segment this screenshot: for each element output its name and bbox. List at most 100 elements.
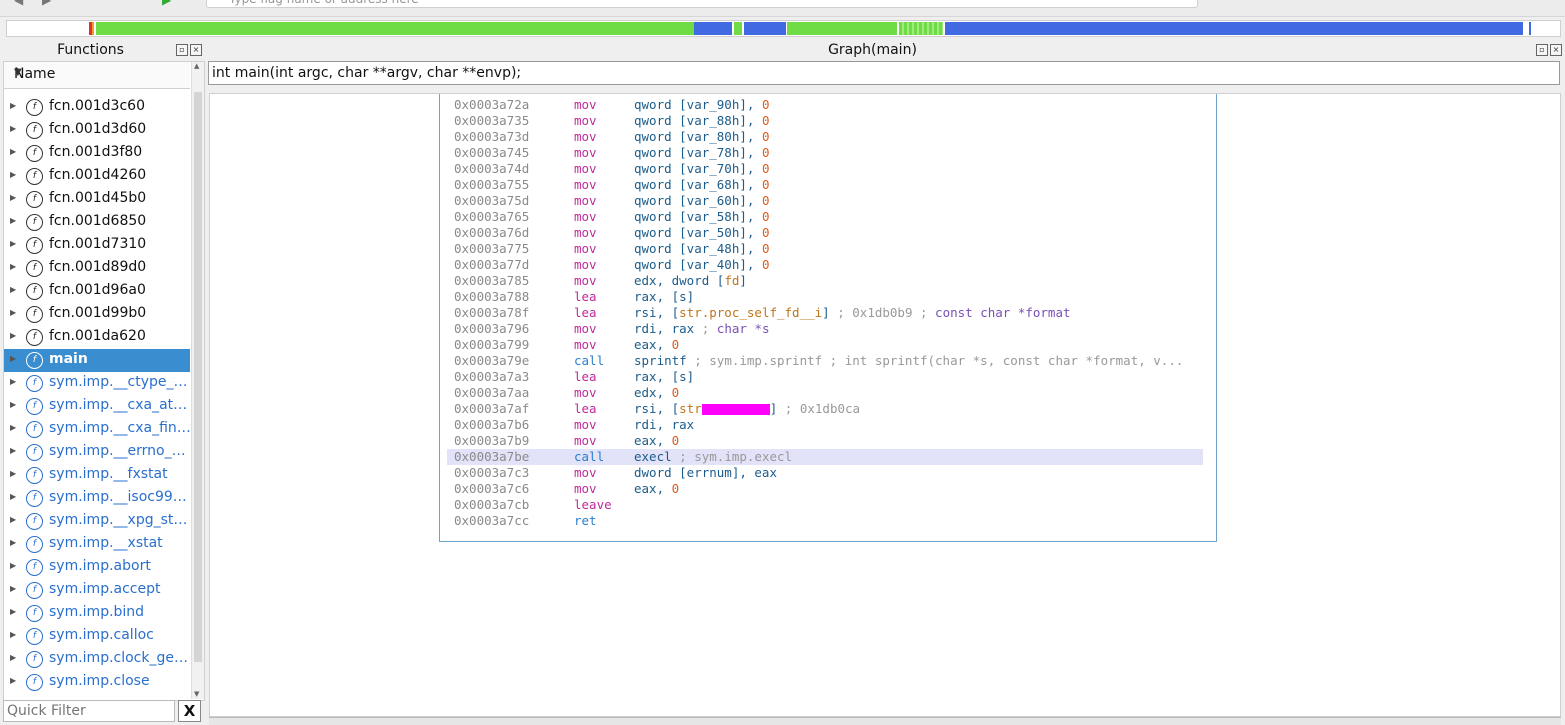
instruction-row[interactable]: 0x0003a7c6 mov eax, 0 [447,481,1203,497]
expand-arrow-icon[interactable]: ▶ [10,653,16,662]
instruction-row[interactable]: 0x0003a73d mov qword [var_80h], 0 [447,129,1203,145]
expand-arrow-icon[interactable]: ▶ [10,561,16,570]
expand-arrow-icon[interactable]: ▶ [10,538,16,547]
graph-scrollbar[interactable] [1561,93,1565,717]
expand-arrow-icon[interactable]: ▶ [10,308,16,317]
function-list-item[interactable]: ▶ f fcn.001d3f80 [4,142,190,165]
instruction-row[interactable]: 0x0003a7cc ret [447,513,1203,529]
string-reference[interactable]: str.proc_self_fd__i [679,305,822,320]
function-list-item[interactable]: ▶ f sym.imp.__xstat [4,533,190,556]
scroll-up-icon[interactable]: ▲ [194,62,199,70]
function-list-item[interactable]: ▶ f sym.imp.__isoc99… [4,487,190,510]
function-list-item[interactable]: ▶ f fcn.001d89d0 [4,257,190,280]
expand-arrow-icon[interactable]: ▶ [10,216,16,225]
expand-arrow-icon[interactable]: ▶ [10,630,16,639]
expand-arrow-icon[interactable]: ▶ [10,607,16,616]
instruction-row[interactable]: 0x0003a7a3 lea rax, [s] [447,369,1203,385]
instruction-row[interactable]: 0x0003a765 mov qword [var_58h], 0 [447,209,1203,225]
expand-arrow-icon[interactable]: ▶ [10,239,16,248]
expand-arrow-icon[interactable]: ▶ [10,377,16,386]
instruction-row[interactable]: 0x0003a78f lea rsi, [str.proc_self_fd__i] … [447,305,1203,321]
expand-arrow-icon[interactable]: ▶ [10,584,16,593]
function-list-item[interactable]: ▶ f sym.imp.clock_ge… [4,648,190,671]
scrollbar-thumb[interactable] [194,92,202,662]
binary-overview-bar[interactable] [6,20,1561,37]
function-list-item[interactable]: ▶ f sym.imp.calloc [4,625,190,648]
close-panel-icon[interactable]: × [190,44,202,56]
clear-filter-button[interactable]: X [178,700,201,722]
instruction-row[interactable]: 0x0003a755 mov qword [var_68h], 0 [447,177,1203,193]
function-list-item[interactable]: ▶ f sym.imp.__fxstat [4,464,190,487]
function-list-item[interactable]: ▶ f sym.imp.accept [4,579,190,602]
close-panel-icon[interactable]: × [1550,44,1562,56]
expand-arrow-icon[interactable]: ▶ [10,124,16,133]
float-panel-icon[interactable]: ▫ [1536,44,1548,56]
function-list-item[interactable]: ▶ f sym.imp.close [4,671,190,694]
graph-view[interactable]: 0x0003a72a mov qword [var_90h], 0 0x0003a73… [209,93,1561,717]
function-list-item[interactable]: ▶ f fcn.001d99b0 [4,303,190,326]
instruction-row[interactable]: 0x0003a7be call execl ; sym.imp.execl [447,449,1203,465]
quick-filter-field[interactable] [3,700,175,722]
expand-arrow-icon[interactable]: ▶ [10,492,16,501]
expand-arrow-icon[interactable]: ▶ [10,193,16,202]
instruction-row[interactable]: 0x0003a79e call sprintf ; sym.imp.sprintf … [447,353,1203,369]
float-panel-icon[interactable]: ▫ [176,44,188,56]
instruction-row[interactable]: 0x0003a7cb leave [447,497,1203,513]
instruction-row[interactable]: 0x0003a799 mov eax, 0 [447,337,1203,353]
expand-arrow-icon[interactable]: ▶ [10,331,16,340]
expand-arrow-icon[interactable]: ▶ [10,147,16,156]
instruction-row[interactable]: 0x0003a7b6 mov rdi, rax [447,417,1203,433]
basic-block[interactable]: 0x0003a72a mov qword [var_90h], 0 0x0003a73… [439,94,1217,542]
function-list-item[interactable]: ▶ f main [4,349,190,372]
string-reference[interactable]: str [679,401,702,416]
expand-arrow-icon[interactable]: ▶ [10,170,16,179]
function-list-item[interactable]: ▶ f sym.imp.__ctype_… [4,372,190,395]
address-search-input[interactable]: Type flag name or address here [206,0,1198,8]
expand-arrow-icon[interactable]: ▶ [10,400,16,409]
instruction-row[interactable]: 0x0003a74d mov qword [var_70h], 0 [447,161,1203,177]
function-list-item[interactable]: ▶ f sym.imp.abort [4,556,190,579]
function-list-item[interactable]: ▶ f sym.imp.__cxa_at… [4,395,190,418]
function-signature-bar[interactable]: int main(int argc, char **argv, char **e… [208,61,1560,85]
forward-icon[interactable]: ▶ [42,0,56,7]
expand-arrow-icon[interactable]: ▶ [10,515,16,524]
function-list-item[interactable]: ▶ f sym.imp.__xpg_st… [4,510,190,533]
instruction-row[interactable]: 0x0003a796 mov rdi, rax ; char *s [447,321,1203,337]
instruction-row[interactable]: 0x0003a775 mov qword [var_48h], 0 [447,241,1203,257]
instruction-row[interactable]: 0x0003a735 mov qword [var_88h], 0 [447,113,1203,129]
name-column-header[interactable]: Name ▼ [4,62,190,89]
function-list-item[interactable]: ▶ f fcn.001d3c60 [4,96,190,119]
expand-arrow-icon[interactable]: ▶ [10,469,16,478]
back-icon[interactable]: ◀ [14,0,28,7]
instruction-row[interactable]: 0x0003a7c3 mov dword [errnum], eax [447,465,1203,481]
function-list-item[interactable]: ▶ f fcn.001d6850 [4,211,190,234]
expand-arrow-icon[interactable]: ▶ [10,446,16,455]
run-icon[interactable]: ▶ [162,0,176,7]
function-list-item[interactable]: ▶ f fcn.001d4260 [4,165,190,188]
function-list-item[interactable]: ▶ f sym.imp.__errno_… [4,441,190,464]
instruction-row[interactable]: 0x0003a785 mov edx, dword [fd] [447,273,1203,289]
function-list-item[interactable]: ▶ f fcn.001d96a0 [4,280,190,303]
instruction-row[interactable]: 0x0003a7aa mov edx, 0 [447,385,1203,401]
expand-arrow-icon[interactable]: ▶ [10,262,16,271]
function-list-item[interactable]: ▶ f fcn.001d3d60 [4,119,190,142]
sort-chevron-down-icon[interactable]: ▼ [14,67,182,78]
instruction-row[interactable]: 0x0003a77d mov qword [var_40h], 0 [447,257,1203,273]
instruction-row[interactable]: 0x0003a7af lea rsi, [str] ; 0x1db0ca [447,401,1203,417]
expand-arrow-icon[interactable]: ▶ [10,423,16,432]
expand-arrow-icon[interactable]: ▶ [10,101,16,110]
instruction-row[interactable]: 0x0003a745 mov qword [var_78h], 0 [447,145,1203,161]
instruction-row[interactable]: 0x0003a72a mov qword [var_90h], 0 [447,97,1203,113]
function-list-item[interactable]: ▶ f fcn.001d7310 [4,234,190,257]
string-reference[interactable]: fd [724,273,739,288]
quick-filter-input[interactable] [4,701,174,721]
expand-arrow-icon[interactable]: ▶ [10,676,16,685]
function-list-item[interactable]: ▶ f sym.imp.__cxa_fin… [4,418,190,441]
instruction-row[interactable]: 0x0003a76d mov qword [var_50h], 0 [447,225,1203,241]
instruction-row[interactable]: 0x0003a7b9 mov eax, 0 [447,433,1203,449]
function-list-item[interactable]: ▶ f sym.imp.bind [4,602,190,625]
instruction-row[interactable]: 0x0003a788 lea rax, [s] [447,289,1203,305]
function-list-item[interactable]: ▶ f fcn.001da620 [4,326,190,349]
function-list-item[interactable]: ▶ f fcn.001d45b0 [4,188,190,211]
expand-arrow-icon[interactable]: ▶ [10,354,16,363]
